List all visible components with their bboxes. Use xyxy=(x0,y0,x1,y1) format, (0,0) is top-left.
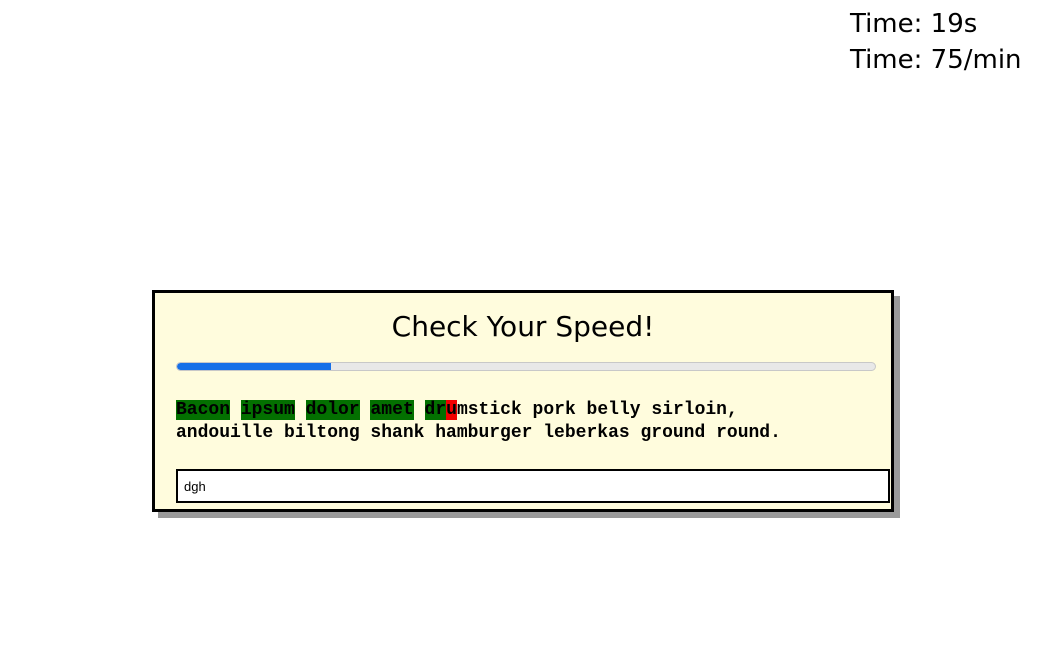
word-correct: dolor xyxy=(305,400,360,420)
rate-readout: Time: 75/min xyxy=(850,45,1022,75)
passage-remaining: mstick pork belly sirloin, xyxy=(456,400,738,420)
progress-bar xyxy=(176,362,876,371)
stats-panel: Time: 19s Time: 75/min xyxy=(850,6,1022,78)
progress-fill xyxy=(177,363,331,370)
passage-line-2: andouille biltong shank hamburger leberk… xyxy=(176,423,781,443)
current-word-correct: dr xyxy=(424,400,447,420)
word-correct: ipsum xyxy=(240,400,295,420)
page-title: Check Your Speed! xyxy=(391,310,655,343)
current-word-error: u xyxy=(446,400,457,420)
word-correct: Bacon xyxy=(176,400,231,420)
time-readout: Time: 19s xyxy=(850,9,978,39)
typing-input[interactable] xyxy=(176,469,890,503)
word-correct: amet xyxy=(370,400,414,420)
speed-test-card: Check Your Speed! Bacon ipsum dolor amet… xyxy=(152,290,894,512)
typing-passage: Bacon ipsum dolor amet drumstick pork be… xyxy=(176,399,876,445)
